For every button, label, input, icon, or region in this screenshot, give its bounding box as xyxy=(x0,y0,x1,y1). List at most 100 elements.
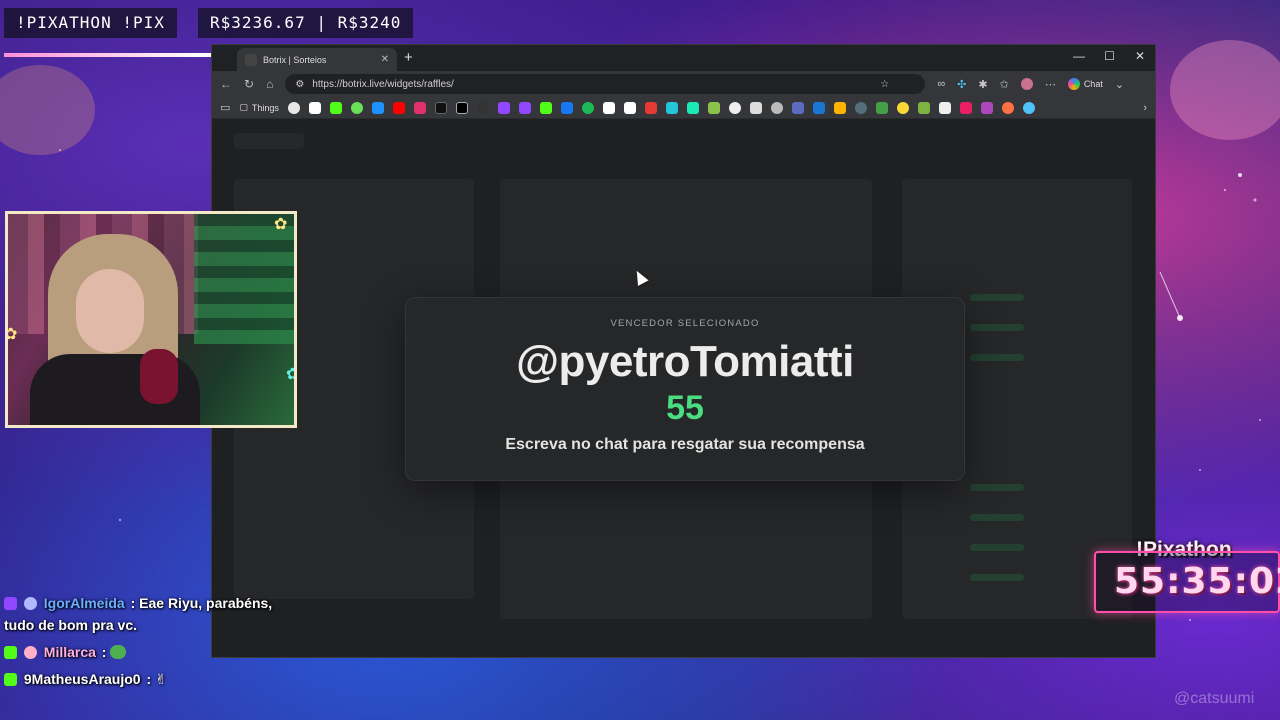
kick-badge-icon xyxy=(4,646,17,659)
bookmark-globe-icon[interactable] xyxy=(770,101,783,114)
new-tab-icon[interactable]: + xyxy=(404,49,413,66)
extension-glasses-icon[interactable]: ∞ xyxy=(937,78,945,90)
bookmark-bolt-icon[interactable] xyxy=(959,101,972,114)
pixathon-timer-value: 55:35:02 xyxy=(1114,561,1280,602)
bookmark-kick-icon[interactable] xyxy=(329,101,342,114)
chat-username: Millarca xyxy=(43,644,96,660)
twitch-badge-icon xyxy=(4,597,17,610)
streamer-face-image xyxy=(76,269,144,353)
row-status-placeholder xyxy=(970,514,1024,521)
reload-icon[interactable]: ↻ xyxy=(244,77,254,91)
winner-instruction: Escreva no chat para resgatar sua recomp… xyxy=(505,436,865,453)
browser-window: Botrix | Sorteios ✕ + — ☐ ✕ ← ↻ ⌂ ⚙ ☆ ∞ … xyxy=(211,44,1156,658)
close-window-icon[interactable]: ✕ xyxy=(1135,49,1145,63)
row-status-placeholder xyxy=(970,324,1024,331)
address-bar: ← ↻ ⌂ ⚙ ☆ ∞ ✣ ✱ ✩ ⋯ Chat ⌄ xyxy=(212,71,1155,97)
frog-emote-icon xyxy=(110,645,127,659)
minimize-icon[interactable]: — xyxy=(1073,49,1085,63)
back-icon[interactable]: ← xyxy=(220,77,232,91)
bookmark-teal-icon[interactable] xyxy=(686,101,699,114)
bookmark-messenger-icon[interactable] xyxy=(371,101,384,114)
stream-chat-overlay: IgorAlmeida : Eae Riyu, parabéns, tudo d… xyxy=(4,592,304,695)
bookmark-check-icon[interactable] xyxy=(938,101,951,114)
chat-username: 9MatheusAraujo0 xyxy=(23,671,141,687)
flower-decoration-icon: ✿ xyxy=(274,216,288,233)
chat-message: IgorAlmeida : Eae Riyu, parabéns, tudo d… xyxy=(4,592,304,636)
bookmark-tiktok-icon[interactable] xyxy=(434,101,447,114)
bookmark-star-green-icon[interactable] xyxy=(350,101,363,114)
chat-username: IgorAlmeida xyxy=(43,595,125,611)
url-field[interactable]: ⚙ ☆ xyxy=(285,74,926,94)
copilot-icon xyxy=(1067,78,1080,90)
row-status-placeholder xyxy=(970,544,1024,551)
tab-actions-icon[interactable]: ▭ xyxy=(220,101,230,114)
bookmark-diamond-icon[interactable] xyxy=(623,101,636,114)
bookmark-twitch-icon[interactable] xyxy=(497,101,510,114)
row-status-placeholder xyxy=(970,354,1024,361)
bookmark-folder-things[interactable]: ▢ Things xyxy=(239,102,279,113)
bookmarks-bar: ▭ ▢ Things › xyxy=(212,97,1155,119)
chat-separator: : xyxy=(97,644,111,660)
bookmark-blue-icon[interactable] xyxy=(1022,101,1035,114)
bookmark-outlook-icon[interactable] xyxy=(812,101,825,114)
bookmark-red-icon[interactable] xyxy=(644,101,657,114)
bookmark-drive-icon[interactable] xyxy=(833,101,846,114)
extension-translate-icon[interactable]: ✣ xyxy=(957,78,966,91)
winner-name: @pyetroTomiatti xyxy=(516,337,854,386)
bookmark-leaf-icon[interactable] xyxy=(707,101,720,114)
row-status-placeholder xyxy=(970,484,1024,491)
winner-dialog: VENCEDOR SELECIONADO @pyetroTomiatti 55 … xyxy=(405,297,965,481)
site-info-icon[interactable]: ⚙ xyxy=(295,79,304,90)
chevron-down-icon[interactable]: ⌄ xyxy=(1115,78,1124,91)
bookmark-youtube-icon[interactable] xyxy=(392,101,405,114)
bookmark-folder-label: Things xyxy=(251,102,279,113)
bookmark-orange-icon[interactable] xyxy=(1001,101,1014,114)
maximize-icon[interactable]: ☐ xyxy=(1104,49,1115,63)
more-menu-icon[interactable]: ⋯ xyxy=(1045,78,1056,91)
bookmark-purple-icon[interactable] xyxy=(980,101,993,114)
bookmark-twitter-icon[interactable] xyxy=(455,101,468,114)
bookmark-google-icon[interactable] xyxy=(287,101,300,114)
favorites-icon[interactable]: ✩ xyxy=(1000,78,1009,91)
bookmark-card-icon[interactable] xyxy=(791,101,804,114)
copilot-chat-button[interactable]: Chat xyxy=(1067,78,1103,90)
tab-close-icon[interactable]: ✕ xyxy=(381,54,389,65)
chat-button-label: Chat xyxy=(1083,79,1103,89)
bookmark-yellow-icon[interactable] xyxy=(896,101,909,114)
bookmark-wave-icon[interactable] xyxy=(749,101,762,114)
browser-titlebar: Botrix | Sorteios ✕ + — ☐ ✕ xyxy=(212,45,1155,71)
extensions-puzzle-icon[interactable]: ✱ xyxy=(978,78,987,91)
hand-emote-icon: ✌ xyxy=(155,671,167,687)
url-input[interactable] xyxy=(312,78,873,90)
chat-separator: : xyxy=(142,671,156,687)
bookmark-facebook-icon[interactable] xyxy=(560,101,573,114)
home-icon[interactable]: ⌂ xyxy=(266,77,273,91)
webcam-feed: ✿ ✿ ✿ xyxy=(5,211,297,428)
streamer-watermark: @catsuumi xyxy=(1174,690,1255,707)
browser-tab[interactable]: Botrix | Sorteios ✕ xyxy=(237,48,397,71)
bookmark-link-icon[interactable] xyxy=(665,101,678,114)
bookmark-cloud-icon[interactable] xyxy=(875,101,888,114)
flower-decoration-icon: ✿ xyxy=(5,326,18,343)
bookmark-download-icon[interactable] xyxy=(602,101,615,114)
chat-message: Millarca : xyxy=(4,641,304,663)
bookmark-star-icon[interactable]: ☆ xyxy=(880,79,889,90)
bookmark-instagram-icon[interactable] xyxy=(413,101,426,114)
tab-favicon-icon xyxy=(245,53,257,66)
microphone-image xyxy=(140,349,178,404)
folder-icon: ▢ xyxy=(239,102,248,112)
page-logo-placeholder xyxy=(234,133,304,149)
bookmarks-more-icon[interactable]: › xyxy=(1143,102,1147,114)
bookmark-kick2-icon[interactable] xyxy=(539,101,552,114)
bookmark-drive2-icon[interactable] xyxy=(917,101,930,114)
bookmark-x-icon[interactable] xyxy=(308,101,321,114)
bookmark-threads-icon[interactable] xyxy=(476,101,489,114)
user-badge-icon xyxy=(23,646,37,659)
bookmark-twitch2-icon[interactable] xyxy=(518,101,531,114)
kick-badge-icon xyxy=(4,673,17,686)
bookmark-discord-icon[interactable] xyxy=(728,101,741,114)
chat-message: 9MatheusAraujo0 : ✌ xyxy=(4,668,304,690)
profile-avatar[interactable] xyxy=(1020,78,1033,90)
bookmark-steam-icon[interactable] xyxy=(854,101,867,114)
bookmark-spotify-icon[interactable] xyxy=(581,101,594,114)
